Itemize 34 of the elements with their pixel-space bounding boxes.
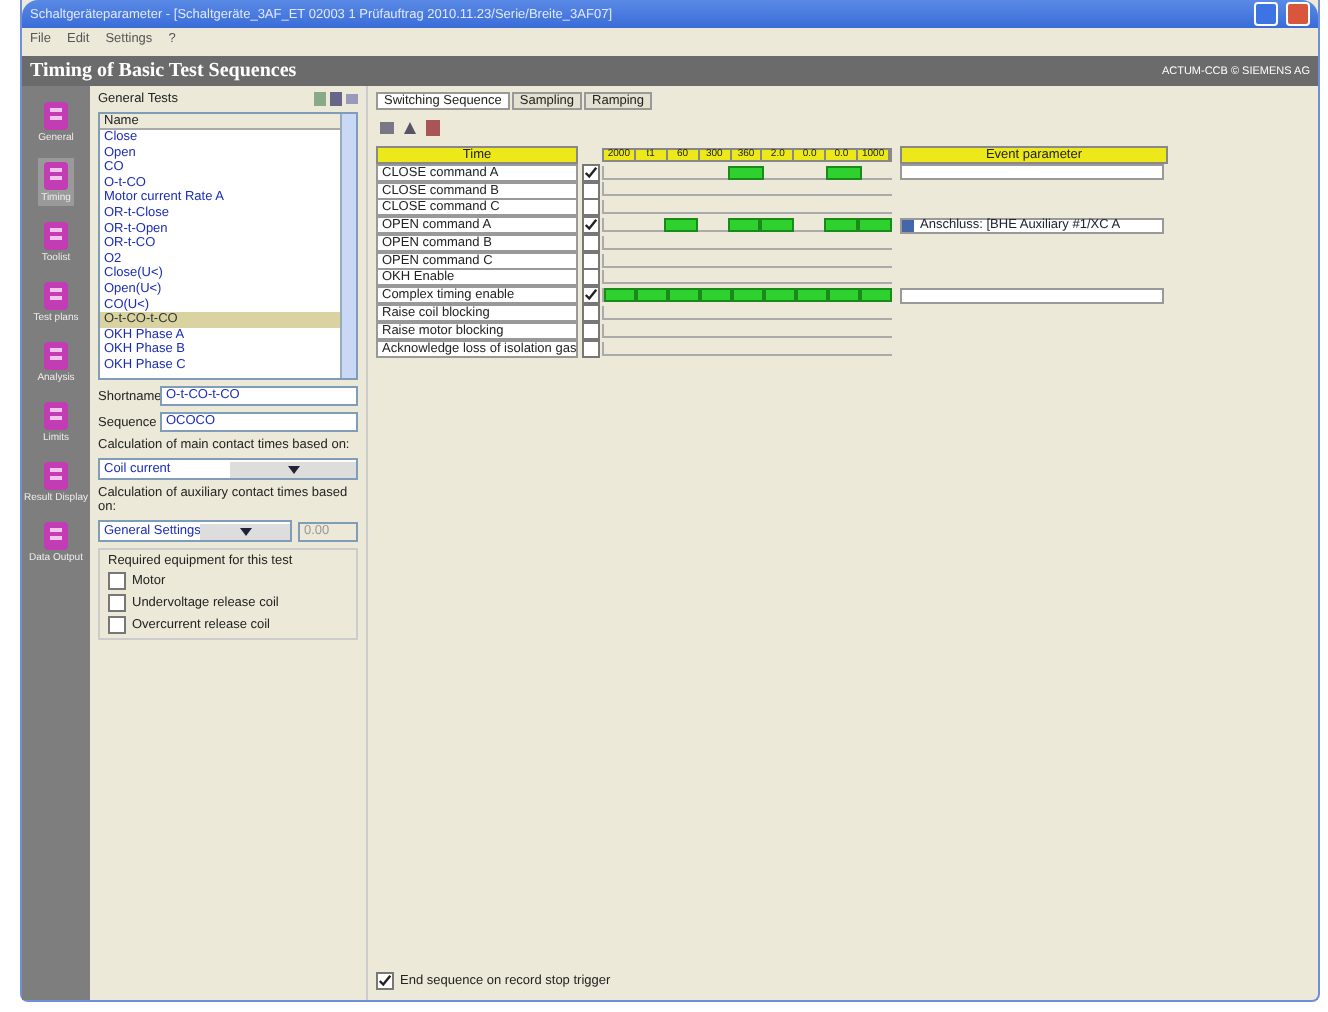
module-icon (39, 280, 72, 312)
close-button[interactable] (1286, 2, 1310, 26)
checkbox[interactable] (581, 163, 599, 182)
connector-icon (902, 219, 914, 232)
checkbox[interactable] (108, 594, 126, 612)
event-field[interactable] (900, 164, 1164, 181)
page-title: Timing of Basic Test Sequences (30, 60, 297, 82)
toolbar-icons[interactable] (314, 92, 358, 106)
module-icon (40, 400, 72, 432)
module-icon (40, 220, 72, 252)
checkbox[interactable] (581, 251, 599, 270)
module-icon (40, 460, 72, 492)
checkbox[interactable] (581, 198, 599, 217)
scrollbar[interactable] (340, 114, 356, 378)
checkbox[interactable] (581, 233, 599, 252)
module-icon (40, 160, 72, 192)
checkbox[interactable] (376, 972, 394, 990)
event-field[interactable] (900, 287, 1164, 304)
checkbox[interactable] (581, 321, 599, 340)
checkbox[interactable] (581, 181, 599, 199)
module-icon (40, 520, 72, 552)
module-icon (40, 340, 72, 372)
checkbox[interactable] (581, 216, 599, 235)
checkbox[interactable] (581, 339, 599, 358)
minimize-button[interactable] (1254, 2, 1278, 26)
dropdown-arrow-icon (239, 527, 252, 535)
checkbox[interactable] (581, 268, 599, 287)
dropdown-arrow-icon (287, 465, 299, 473)
checkbox[interactable] (581, 286, 599, 305)
toolbar-icons[interactable] (380, 120, 444, 136)
module-icon (39, 100, 72, 132)
checkbox[interactable] (581, 304, 599, 323)
checkbox[interactable] (108, 616, 126, 634)
checkbox[interactable] (108, 572, 126, 590)
